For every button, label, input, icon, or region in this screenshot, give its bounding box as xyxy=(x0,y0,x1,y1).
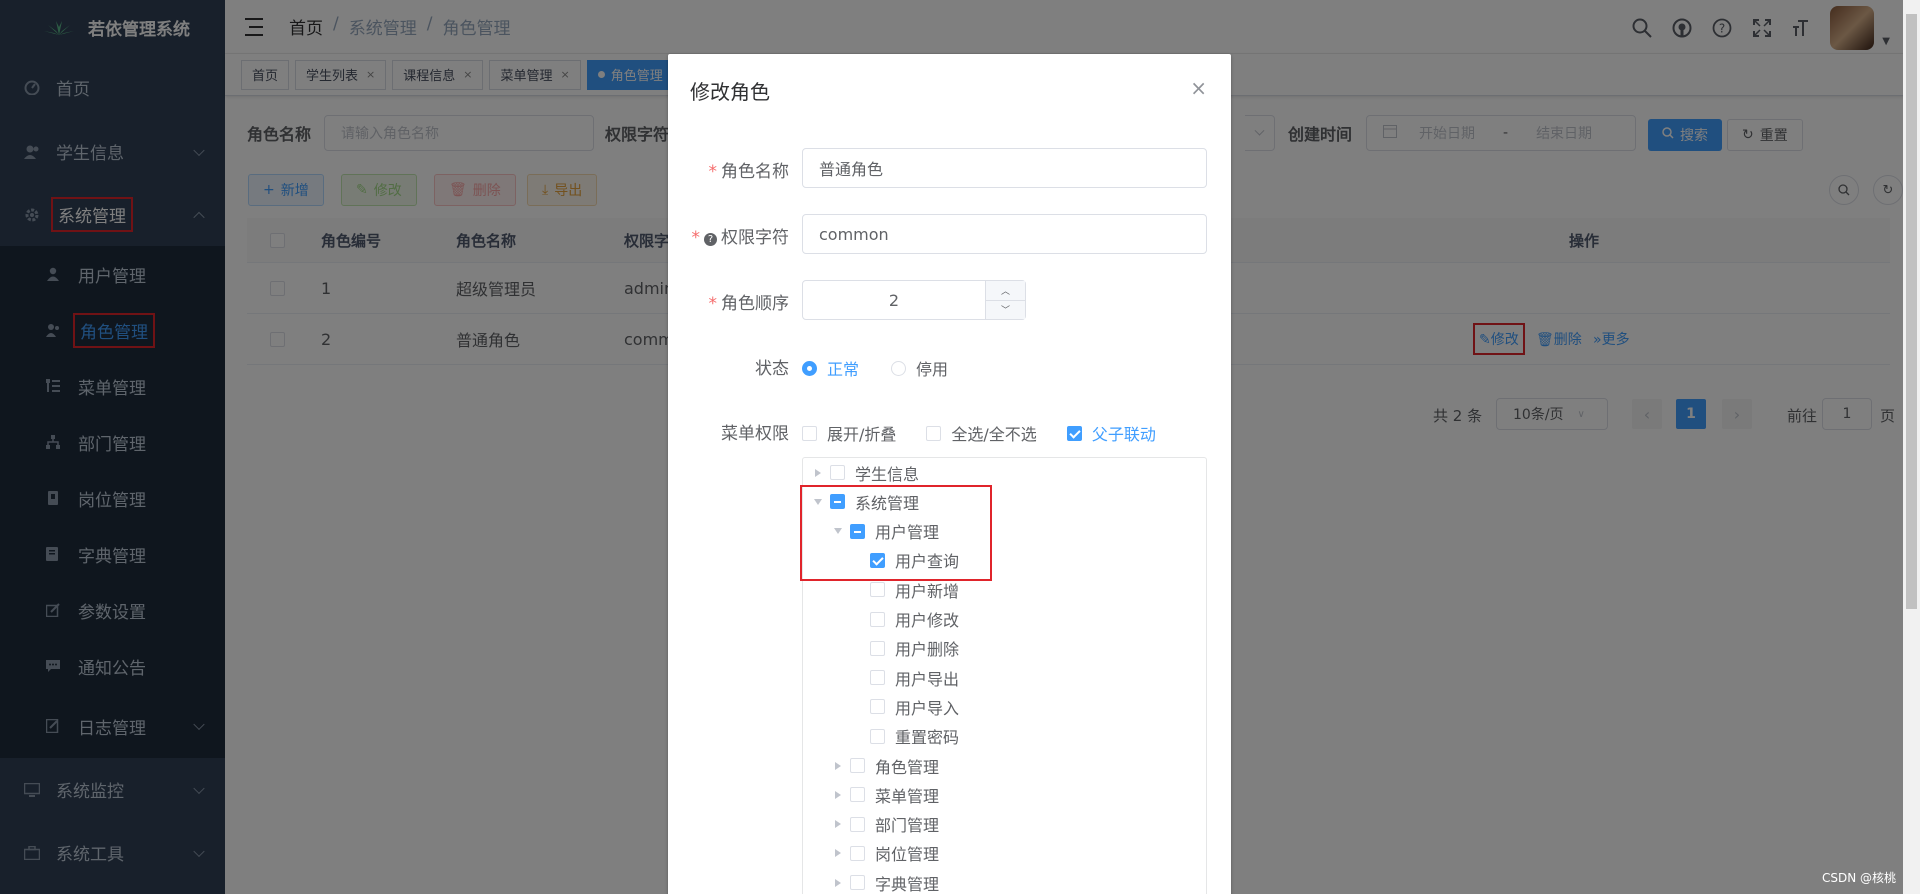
decrease-icon[interactable]: ﹀ xyxy=(986,301,1025,320)
caret-right-icon[interactable] xyxy=(835,849,841,858)
caret-right-icon[interactable] xyxy=(815,468,821,477)
role-name-input[interactable]: 普通角色 xyxy=(802,148,1207,188)
scrollbar[interactable] xyxy=(1903,0,1920,894)
tree-node-label: 用户新增 xyxy=(895,581,960,601)
caret-right-icon[interactable] xyxy=(835,790,841,799)
tree-node-label: 重置密码 xyxy=(895,728,960,748)
tree-node-checkbox[interactable] xyxy=(850,816,865,832)
order-stepper[interactable]: 2 ︿ ﹀ xyxy=(802,280,1026,320)
tree-node[interactable]: 用户导出 xyxy=(803,663,959,692)
select-all-menu-checkbox[interactable] xyxy=(926,425,942,441)
caret-right-icon xyxy=(855,703,861,711)
tree-node-checkbox[interactable] xyxy=(870,728,885,744)
tree-node[interactable]: 岗位管理 xyxy=(803,839,939,868)
tree-node[interactable]: 重置密码 xyxy=(803,722,959,751)
tree-node-label: 部门管理 xyxy=(875,816,940,836)
menu-perm-options: 展开/折叠 全选/全不选 父子联动 xyxy=(802,421,1156,445)
tree-node-label: 角色管理 xyxy=(875,757,940,777)
expand-checkbox[interactable] xyxy=(802,425,817,441)
select-all-label: 全选/全不选 xyxy=(951,425,1037,444)
tree-node[interactable]: 字典管理 xyxy=(803,868,939,894)
tree-node[interactable]: 部门管理 xyxy=(803,810,939,839)
tree-node-label: 用户修改 xyxy=(895,611,960,630)
tree-node-label: 用户导出 xyxy=(895,669,960,689)
status-label: 状态 xyxy=(755,359,789,379)
tree-node[interactable]: 用户新增 xyxy=(803,575,959,604)
question-icon: ? xyxy=(704,233,717,246)
order-value: 2 xyxy=(888,290,900,310)
scrollbar-thumb[interactable] xyxy=(1906,14,1917,609)
caret-right-icon[interactable] xyxy=(835,878,841,887)
annotation-box xyxy=(800,485,992,581)
caret-right-icon xyxy=(855,615,861,623)
tree-node[interactable]: 用户修改 xyxy=(803,605,959,634)
linkage-label: 父子联动 xyxy=(1091,425,1156,444)
tree-node[interactable]: 用户删除 xyxy=(803,634,959,663)
menu-perm-label: 菜单权限 xyxy=(721,424,789,444)
tree-node-label: 用户导入 xyxy=(895,698,960,718)
caret-right-icon xyxy=(855,674,861,682)
tree-node-label: 学生信息 xyxy=(855,464,920,484)
close-icon[interactable]: × xyxy=(1190,76,1207,100)
tree-node-checkbox[interactable] xyxy=(870,699,885,715)
increase-icon[interactable]: ︿ xyxy=(986,281,1025,301)
tree-node[interactable]: 角色管理 xyxy=(803,751,939,780)
tree-node-checkbox[interactable] xyxy=(850,845,865,861)
status-radio-group: 正常 停用 xyxy=(802,356,948,380)
tree-node-label: 用户删除 xyxy=(895,640,960,660)
tree-node-checkbox[interactable] xyxy=(830,465,845,480)
caret-right-icon xyxy=(855,586,861,594)
status-disabled-radio[interactable] xyxy=(891,360,907,376)
caret-right-icon xyxy=(855,644,861,652)
tree-node-label: 字典管理 xyxy=(875,874,940,894)
perm-input[interactable]: common xyxy=(802,214,1207,254)
tree-node[interactable]: 菜单管理 xyxy=(803,780,939,809)
tree-node-checkbox[interactable] xyxy=(870,670,885,686)
stepper-controls: ︿ ﹀ xyxy=(985,281,1025,319)
dialog-title: 修改角色 xyxy=(690,80,770,104)
status-normal-radio[interactable] xyxy=(802,360,817,376)
tree-node[interactable]: 学生信息 xyxy=(803,458,919,487)
tree-node-checkbox[interactable] xyxy=(870,611,885,627)
role-name-label: * 角色名称 xyxy=(708,162,790,182)
status-normal-label: 正常 xyxy=(827,360,860,379)
tree-node-checkbox[interactable] xyxy=(850,787,865,803)
caret-right-icon xyxy=(855,732,861,740)
edit-role-dialog: 修改角色 × * 角色名称 普通角色 *? 权限字符 common * 角色顺序 2 … xyxy=(668,54,1231,894)
tree-node-checkbox[interactable] xyxy=(870,582,885,598)
caret-right-icon[interactable] xyxy=(835,820,841,829)
status-disabled-label: 停用 xyxy=(916,360,949,379)
tree-node-label: 菜单管理 xyxy=(875,786,940,806)
caret-right-icon[interactable] xyxy=(835,761,841,770)
expand-label: 展开/折叠 xyxy=(827,425,897,444)
tree-node-checkbox[interactable] xyxy=(850,875,865,891)
tree-node[interactable]: 用户导入 xyxy=(803,692,959,721)
tree-node-checkbox[interactable] xyxy=(850,758,865,773)
perm-label: *? 权限字符 xyxy=(691,228,790,248)
tree-node-label: 岗位管理 xyxy=(875,845,940,865)
watermark: CSDN @核桃 xyxy=(1821,871,1896,885)
order-label: * 角色顺序 xyxy=(708,294,790,314)
tree-node-checkbox[interactable] xyxy=(870,640,885,656)
linkage-checkbox[interactable] xyxy=(1066,425,1082,441)
